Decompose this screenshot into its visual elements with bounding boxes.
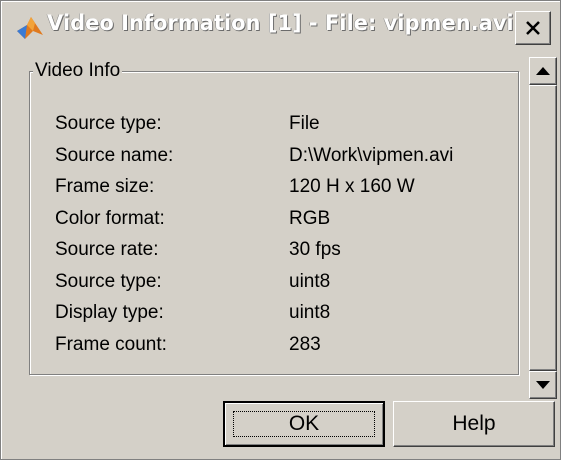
scroll-up-button[interactable] <box>529 57 557 85</box>
video-info-dialog: Video Information [1] - File: vipmen.avi… <box>0 0 561 460</box>
info-value: RGB <box>289 208 331 229</box>
title-bar[interactable]: Video Information [1] - File: vipmen.avi <box>5 5 556 49</box>
window-title: Video Information [1] - File: vipmen.avi <box>47 11 514 35</box>
info-value: uint8 <box>289 302 331 323</box>
close-icon <box>526 21 540 35</box>
groupbox-label: Video Info <box>33 60 123 82</box>
close-button[interactable] <box>515 11 551 45</box>
info-value: File <box>289 113 320 134</box>
focus-ring <box>233 411 375 437</box>
info-label: Source name: <box>55 145 174 166</box>
help-button-label: Help <box>452 412 496 435</box>
info-value: 120 H x 160 W <box>289 176 415 197</box>
arrow-up-icon <box>536 67 550 75</box>
info-label: Frame count: <box>55 334 167 355</box>
ok-button[interactable]: OK <box>223 401 385 447</box>
arrow-down-icon <box>536 381 550 389</box>
scroll-down-button[interactable] <box>529 371 557 399</box>
info-label: Color format: <box>55 208 165 229</box>
info-value: 30 fps <box>289 239 341 260</box>
info-label: Display type: <box>55 302 164 323</box>
scroll-thumb[interactable] <box>529 85 557 371</box>
info-value: D:\Work\vipmen.avi <box>289 145 454 166</box>
info-label: Source type: <box>55 113 162 134</box>
vertical-scrollbar[interactable] <box>529 57 557 399</box>
matlab-icon <box>17 17 43 39</box>
info-value: uint8 <box>289 271 331 292</box>
info-panel: Video Info Source type: File Source name… <box>15 53 531 389</box>
help-button[interactable]: Help <box>393 401 555 447</box>
info-value: 283 <box>289 334 321 355</box>
info-label: Source rate: <box>55 239 159 260</box>
info-label: Frame size: <box>55 176 155 197</box>
info-label: Source type: <box>55 271 162 292</box>
